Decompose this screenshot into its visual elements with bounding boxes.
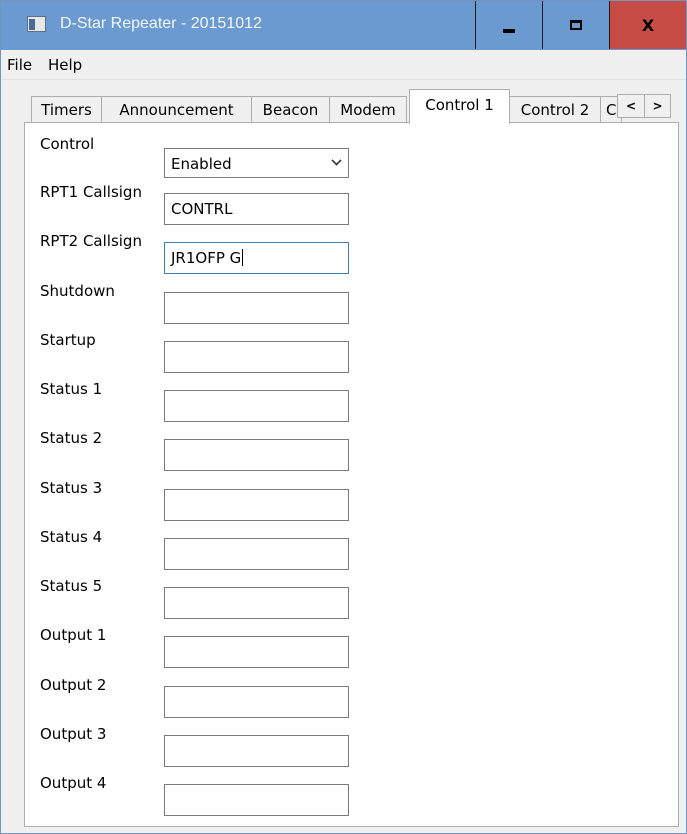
tab-announcement[interactable]: Announcement xyxy=(101,96,252,123)
tab-control-2[interactable]: Control 2 xyxy=(509,96,601,123)
control-1-panel: Control Enabled RPT1 Callsign CONTRL RPT… xyxy=(24,122,679,827)
field-label: Output 3 xyxy=(40,725,107,743)
tab-scroll-right-button[interactable]: > xyxy=(643,95,670,117)
tab-scroll-buttons: < > xyxy=(617,94,671,118)
field-row: Status 3 xyxy=(25,479,678,521)
status-1-input[interactable] xyxy=(164,390,349,422)
field-row: Output 3 xyxy=(25,725,678,767)
tab-scroll-left-button[interactable]: < xyxy=(618,95,644,117)
field-row: Output 4 xyxy=(25,774,678,816)
field-row: RPT2 Callsign JR1OFP G xyxy=(25,232,678,274)
status-3-input[interactable] xyxy=(164,489,349,521)
output-2-input[interactable] xyxy=(164,686,349,718)
field-label: Shutdown xyxy=(40,282,115,300)
close-icon: X xyxy=(641,15,655,35)
chevron-down-icon xyxy=(331,155,342,166)
control-select[interactable]: Enabled xyxy=(164,148,349,178)
app-icon xyxy=(27,16,46,32)
rpt1-callsign-input[interactable]: CONTRL xyxy=(164,193,349,225)
field-row: Startup xyxy=(25,331,678,373)
field-label: Status 3 xyxy=(40,479,103,497)
field-label: Output 4 xyxy=(40,774,107,792)
output-4-input[interactable] xyxy=(164,784,349,816)
field-label: Output 1 xyxy=(40,626,107,644)
minimize-icon xyxy=(503,29,515,33)
output-1-input[interactable] xyxy=(164,636,349,668)
field-label: Output 2 xyxy=(40,676,107,694)
field-row: Status 1 xyxy=(25,380,678,422)
status-5-input[interactable] xyxy=(164,587,349,619)
minimize-button[interactable] xyxy=(475,1,542,49)
field-label: Status 5 xyxy=(40,577,103,595)
status-4-input[interactable] xyxy=(164,538,349,570)
menu-file[interactable]: File xyxy=(7,56,32,74)
app-window: D-Star Repeater - 20151012 X File Help T… xyxy=(0,0,687,834)
field-label: RPT1 Callsign xyxy=(40,183,142,201)
field-row: Output 1 xyxy=(25,626,678,668)
field-label: Status 2 xyxy=(40,429,103,447)
tab-timers[interactable]: Timers xyxy=(31,96,102,123)
control-label: Control xyxy=(40,135,95,153)
field-label: RPT2 Callsign xyxy=(40,232,142,250)
tab-beacon[interactable]: Beacon xyxy=(251,96,330,123)
title-bar[interactable]: D-Star Repeater - 20151012 X xyxy=(1,1,686,50)
field-row: Output 2 xyxy=(25,676,678,718)
field-label: Status 4 xyxy=(40,528,103,546)
rpt2-callsign-input[interactable]: JR1OFP G xyxy=(164,242,349,274)
menu-bar: File Help xyxy=(1,50,686,80)
text-caret xyxy=(242,249,244,266)
field-row: Status 2 xyxy=(25,429,678,471)
field-row: RPT1 Callsign CONTRL xyxy=(25,183,678,225)
shutdown-input[interactable] xyxy=(164,292,349,324)
field-value: CONTRL xyxy=(171,200,233,218)
control-select-value: Enabled xyxy=(171,155,232,173)
window-title: D-Star Repeater - 20151012 xyxy=(60,15,262,32)
status-2-input[interactable] xyxy=(164,439,349,471)
field-row: Shutdown xyxy=(25,282,678,324)
close-button[interactable]: X xyxy=(609,1,686,49)
field-label: Status 1 xyxy=(40,380,103,398)
control-row: Control Enabled xyxy=(25,135,678,178)
menu-help[interactable]: Help xyxy=(48,56,82,74)
maximize-icon xyxy=(570,20,582,30)
field-value: JR1OFP G xyxy=(171,249,242,267)
field-row: Status 4 xyxy=(25,528,678,570)
tab-modem[interactable]: Modem xyxy=(329,96,407,123)
field-label: Startup xyxy=(40,331,96,349)
startup-input[interactable] xyxy=(164,341,349,373)
output-3-input[interactable] xyxy=(164,735,349,767)
field-row: Status 5 xyxy=(25,577,678,619)
tab-control-1[interactable]: Control 1 xyxy=(409,89,510,124)
maximize-button[interactable] xyxy=(542,1,609,49)
